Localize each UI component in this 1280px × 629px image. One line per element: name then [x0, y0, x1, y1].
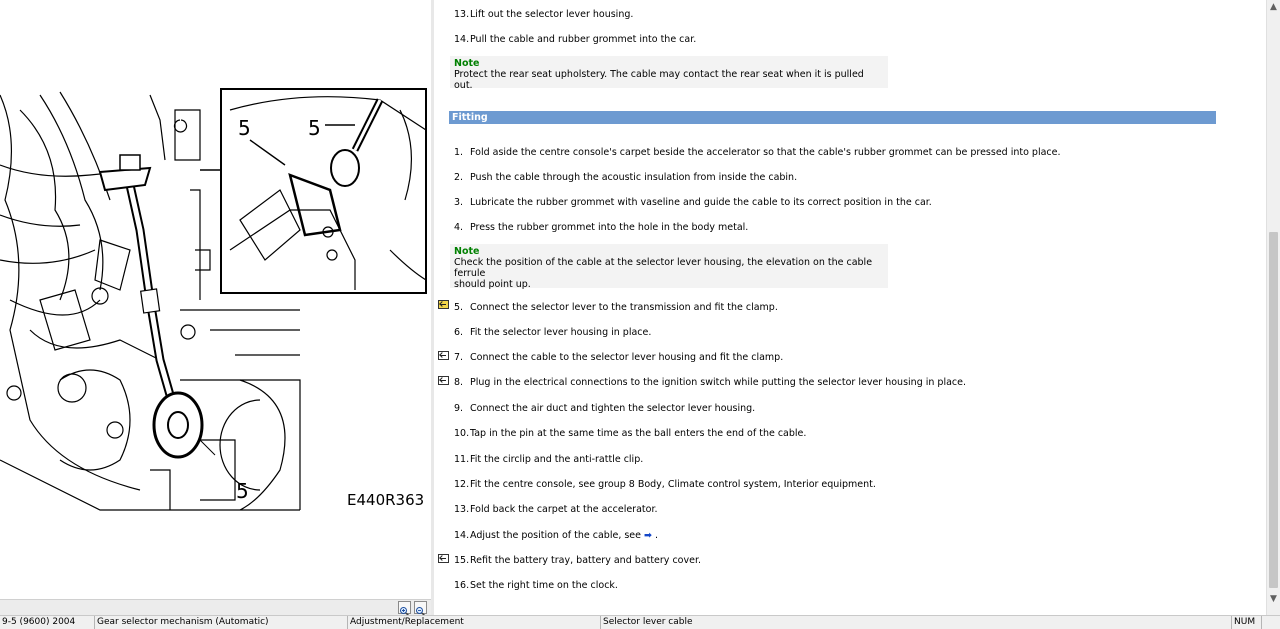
list-item: 12.Fit the centre console, see group 8 B… — [454, 479, 876, 491]
note-text-line1: Check the position of the cable at the s… — [454, 257, 873, 279]
step-text: Lift out the selector lever housing. — [470, 9, 634, 20]
list-item: 5. Connect the selector lever to the tran… — [454, 302, 778, 314]
note-text: Protect the rear seat upholstery. The ca… — [454, 69, 864, 91]
selector-cable-diagram: 5 5 5 E440R363 — [0, 88, 427, 511]
step-text: Fit the circlip and the anti-rattle clip… — [470, 454, 644, 465]
step-number: 9. — [454, 403, 464, 414]
step-text: Tap in the pin at the same time as the b… — [470, 428, 807, 439]
step-number: 10. — [454, 428, 470, 439]
step-number: 6. — [454, 327, 464, 338]
step-number: 7. — [454, 352, 464, 363]
zoom-toolbar — [0, 599, 431, 615]
step-text: Plug in the electrical connections to th… — [470, 377, 966, 388]
list-item: 14.Adjust the position of the cable, see… — [454, 530, 658, 542]
list-item: 15.Refit the battery tray, battery and b… — [454, 555, 701, 567]
list-item: 8. Plug in the electrical connections to … — [454, 377, 966, 389]
step-text-suffix: . — [652, 530, 659, 541]
list-item: 1. Fold aside the centre console's carpet… — [454, 147, 1061, 159]
step-number: 8. — [454, 377, 464, 388]
step-text: Refit the battery tray, battery and batt… — [470, 555, 702, 566]
step-number: 13. — [454, 504, 470, 515]
scroll-down-arrow[interactable]: ▼ — [1267, 592, 1280, 606]
step-text: Connect the selector lever to the transm… — [470, 302, 778, 313]
step-number: 5. — [454, 302, 464, 313]
list-item: 6. Fit the selector lever housing in plac… — [454, 327, 651, 339]
step-number: 4. — [454, 222, 464, 233]
step-link-icon[interactable] — [438, 300, 449, 309]
step-number: 12. — [454, 479, 470, 490]
step-text: Connect the cable to the selector lever … — [470, 352, 784, 363]
section-header-fitting: Fitting — [449, 111, 1216, 124]
step-number: 14. — [454, 34, 470, 45]
note-box: Note Check the position of the cable at … — [450, 244, 888, 290]
zoom-in-icon[interactable] — [398, 601, 411, 615]
step-number: 1. — [454, 147, 464, 158]
note-box: Note Protect the rear seat upholstery. T… — [450, 56, 888, 91]
note-title: Note — [454, 58, 480, 69]
link-arrow-icon[interactable]: ➡ — [644, 530, 652, 541]
list-item: 10.Tap in the pin at the same time as th… — [454, 428, 806, 440]
step-text: Fit the centre console, see group 8 Body… — [470, 479, 876, 490]
note-text-line2: should point up. — [454, 279, 531, 290]
callout-label-inset-right: 5 — [308, 116, 321, 140]
step-text: Push the cable through the acoustic insu… — [470, 172, 798, 183]
status-item: Selector lever cable — [601, 616, 1232, 629]
step-link-icon[interactable] — [438, 376, 449, 385]
instructions-pane: 13.Lift out the selector lever housing. … — [434, 0, 1266, 615]
scroll-up-arrow[interactable]: ▲ — [1267, 0, 1280, 14]
illustration-pane: 5 5 5 E440R363 — [0, 0, 432, 615]
step-text: Set the right time on the clock. — [470, 580, 618, 591]
step-text: Press the rubber grommet into the hole i… — [470, 222, 749, 233]
step-number: 13. — [454, 9, 470, 20]
step-text: Adjust the position of the cable, see — [470, 530, 641, 541]
step-number: 14. — [454, 530, 470, 541]
step-number: 16. — [454, 580, 470, 591]
step-number: 11. — [454, 454, 470, 465]
step-text: Lubricate the rubber grommet with vaseli… — [470, 197, 932, 208]
step-text: Connect the air duct and tighten the sel… — [470, 403, 756, 414]
step-text: Pull the cable and rubber grommet into t… — [470, 34, 697, 45]
callout-label-main: 5 — [236, 479, 249, 503]
vertical-scrollbar[interactable]: ▲ ▼ — [1266, 0, 1280, 615]
list-item: 13.Fold back the carpet at the accelerat… — [454, 504, 658, 516]
list-item: 7. Connect the cable to the selector leve… — [454, 352, 783, 364]
list-item: 2. Push the cable through the acoustic in… — [454, 172, 797, 184]
step-link-icon[interactable] — [438, 554, 449, 563]
status-empty — [1262, 616, 1280, 629]
callout-label-inset-left: 5 — [238, 116, 251, 140]
status-numlock: NUM — [1232, 616, 1262, 629]
list-item: 9. Connect the air duct and tighten the s… — [454, 403, 755, 415]
figure-code: E440R363 — [347, 491, 424, 509]
status-bar: 9-5 (9600) 2004 Gear selector mechanism … — [0, 615, 1280, 629]
list-item: 3. Lubricate the rubber grommet with vase… — [454, 197, 932, 209]
scrollbar-thumb[interactable] — [1269, 232, 1278, 588]
step-text: Fold aside the centre console's carpet b… — [470, 147, 1061, 158]
zoom-out-icon[interactable] — [414, 601, 427, 615]
status-model: 9-5 (9600) 2004 — [0, 616, 95, 629]
list-item: 11.Fit the circlip and the anti-rattle c… — [454, 454, 643, 466]
step-link-icon[interactable] — [438, 351, 449, 360]
status-section: Gear selector mechanism (Automatic) — [95, 616, 348, 629]
step-number: 2. — [454, 172, 464, 183]
step-number: 15. — [454, 555, 470, 566]
list-item: 13.Lift out the selector lever housing. — [454, 9, 633, 21]
note-title: Note — [454, 246, 480, 257]
status-operation: Adjustment/Replacement — [348, 616, 601, 629]
step-number: 3. — [454, 197, 464, 208]
step-text: Fit the selector lever housing in place. — [470, 327, 652, 338]
list-item: 4. Press the rubber grommet into the hole… — [454, 222, 748, 234]
step-text: Fold back the carpet at the accelerator. — [470, 504, 658, 515]
list-item: 16.Set the right time on the clock. — [454, 580, 618, 592]
list-item: 14.Pull the cable and rubber grommet int… — [454, 34, 696, 46]
